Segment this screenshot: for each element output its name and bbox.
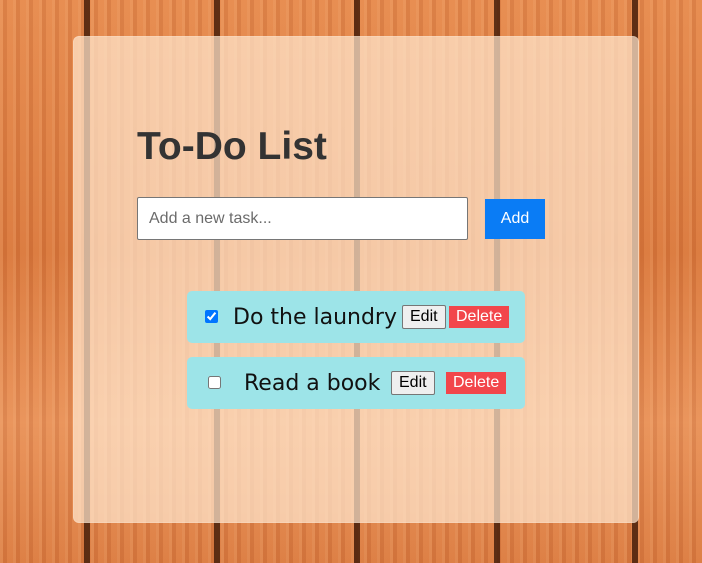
task-complete-checkbox[interactable]	[208, 376, 221, 389]
todo-card: To-Do List Add Do the laundry Edit Delet…	[73, 36, 639, 523]
task-item: Do the laundry Edit Delete	[187, 291, 525, 343]
edit-task-button[interactable]: Edit	[402, 305, 446, 329]
edit-task-button[interactable]: Edit	[391, 371, 435, 395]
task-text: Do the laundry	[233, 305, 398, 330]
delete-task-button[interactable]: Delete	[446, 372, 507, 394]
task-item: Read a book Edit Delete	[187, 357, 525, 409]
add-task-button[interactable]: Add	[485, 199, 545, 239]
delete-task-button[interactable]: Delete	[449, 306, 510, 328]
page-title: To-Do List	[137, 125, 327, 168]
task-complete-checkbox[interactable]	[205, 310, 218, 323]
task-text: Read a book	[244, 371, 381, 396]
new-task-input[interactable]	[137, 197, 468, 240]
